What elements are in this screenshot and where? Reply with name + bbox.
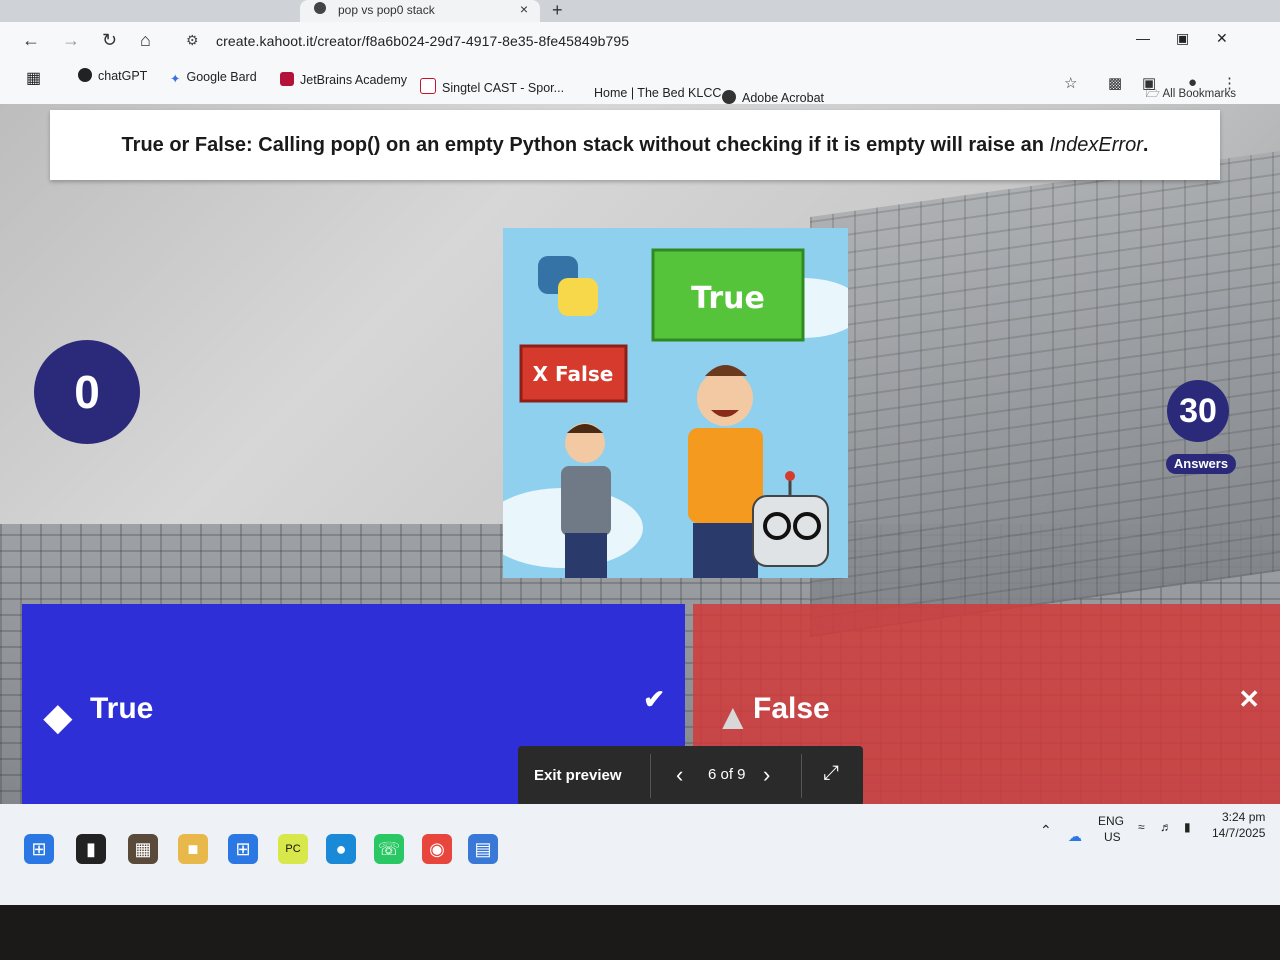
tab-close-button[interactable]: × <box>520 1 528 17</box>
tab-strip: pop vs pop0 stack × + <box>0 0 1280 22</box>
url-text[interactable]: create.kahoot.it/creator/f8a6b024-29d7-4… <box>216 33 629 49</box>
site-settings-icon[interactable]: ⚙ <box>186 32 199 49</box>
chevron-left-icon[interactable]: ‹ <box>676 762 683 788</box>
bard-icon: ✦ <box>170 72 181 86</box>
triangle-icon: ▲ <box>715 696 751 737</box>
all-bookmarks-label: All Bookmarks <box>1162 88 1237 100</box>
windows-start-icon[interactable]: ⊞ <box>24 834 54 864</box>
happy-face <box>697 370 753 426</box>
chatgpt-icon <box>78 68 92 82</box>
close-window-icon[interactable]: ✕ <box>1216 30 1228 47</box>
star-icon[interactable]: ☆ <box>1064 74 1077 92</box>
answer-true-label: True <box>90 692 154 725</box>
reload-icon[interactable]: ↻ <box>102 30 117 51</box>
orange-shirt <box>688 428 763 523</box>
bookmark-label: Home | The Bed KLCC <box>594 86 722 100</box>
edge-icon[interactable]: ● <box>326 834 356 864</box>
apps-grid-icon[interactable]: ▦ <box>26 68 41 88</box>
screen: pop vs pop0 stack × + ← → ↻ ⌂ ⚙ create.k… <box>0 0 1280 905</box>
bookmark-chatgpt[interactable]: chatGPT <box>78 68 147 83</box>
true-sign-text: True <box>691 281 765 316</box>
question-body: Calling pop() on an empty Python stack w… <box>252 134 1050 156</box>
jetbrains-icon <box>280 72 294 86</box>
checkmark-icon: ✔ <box>643 684 665 714</box>
cartoon-illustration: True X False <box>503 228 848 578</box>
question-text: True or False: Calling pop() on an empty… <box>50 110 1220 180</box>
minimize-icon[interactable]: — <box>1136 30 1150 46</box>
region-code: US <box>1104 830 1121 844</box>
store-icon[interactable]: ▦ <box>128 834 158 864</box>
question-end: . <box>1142 134 1149 156</box>
clock-date[interactable]: 14/7/2025 <box>1212 826 1265 840</box>
bookmark-singtel[interactable]: Singtel CAST - Spor... <box>420 78 564 95</box>
chrome-icon[interactable]: ◉ <box>422 834 452 864</box>
onedrive-icon[interactable]: ☁ <box>1068 828 1082 845</box>
tab-favicon-icon <box>314 2 326 14</box>
tab-title: pop vs pop0 stack <box>338 3 435 17</box>
question-lead: True or False: <box>121 134 253 156</box>
extension-icon[interactable]: ▩ <box>1108 74 1122 92</box>
browser-tab[interactable]: pop vs pop0 stack × <box>300 0 540 22</box>
new-tab-button[interactable]: + <box>552 0 563 21</box>
answers-count: 30 <box>1167 380 1229 442</box>
question-error-name: IndexError <box>1049 134 1143 156</box>
remote-desktop-icon[interactable]: ▤ <box>468 834 498 864</box>
bookmarks-bar: ▦ chatGPT ✦ Google Bard JetBrains Academy… <box>0 60 1280 105</box>
bookmark-label: Singtel CAST - Spor... <box>442 81 565 95</box>
kahoot-stage: True or False: Calling pop() on an empty… <box>0 104 1280 804</box>
bookmark-the-bed[interactable]: Home | The Bed KLCC <box>594 86 721 100</box>
forward-arrow-icon[interactable]: → <box>62 30 80 51</box>
timer: 0 <box>34 340 140 444</box>
bookmark-google-bard[interactable]: ✦ Google Bard <box>170 70 257 86</box>
question-image: True X False <box>503 228 848 578</box>
exit-preview-button[interactable]: Exit preview <box>534 767 622 784</box>
bookmark-label: chatGPT <box>98 69 148 83</box>
whatsapp-icon[interactable]: ☏ <box>374 834 404 864</box>
clock-time[interactable]: 3:24 pm <box>1222 810 1265 824</box>
answer-false-label: False <box>753 692 830 725</box>
answers-label: Answers <box>1166 454 1236 474</box>
microsoft-store-icon[interactable]: ⊞ <box>228 834 258 864</box>
language-indicator[interactable]: ENG <box>1098 814 1124 828</box>
cross-icon: ✕ <box>1238 684 1260 714</box>
restore-icon[interactable]: ▣ <box>1176 30 1189 47</box>
singtel-icon <box>420 78 436 94</box>
folder-icon[interactable]: ■ <box>178 834 208 864</box>
diamond-icon: ◆ <box>44 696 72 737</box>
chevron-up-icon[interactable]: ⌃ <box>1040 822 1052 839</box>
minimize-preview-icon[interactable]: ⤢ <box>823 762 839 785</box>
volume-icon[interactable]: ♬ <box>1160 820 1172 834</box>
bookmark-label: JetBrains Academy <box>300 73 407 87</box>
back-arrow-icon[interactable]: ← <box>22 30 40 51</box>
home-icon[interactable]: ⌂ <box>140 30 151 51</box>
pycharm-icon[interactable]: PC <box>278 834 308 864</box>
acrobat-icon <box>722 90 736 104</box>
wifi-icon[interactable]: ≈ <box>1138 820 1145 834</box>
page-indicator: 6 of 9 <box>708 766 746 783</box>
browser-toolbar: ← → ↻ ⌂ ⚙ create.kahoot.it/creator/f8a6b… <box>0 22 1280 60</box>
folder-icon: 🗁 <box>1145 88 1163 100</box>
taskbar: ⊞ ▮ ▦ ■ ⊞ PC ● ☏ ◉ ▤ ⌃ ☁ ENG US ≈ ♬ ▮ 3:… <box>0 804 1280 905</box>
bookmark-label: Google Bard <box>186 70 257 84</box>
false-sign-text: X False <box>533 362 614 386</box>
region-indicator: US <box>1104 830 1121 844</box>
task-view-icon[interactable]: ▮ <box>76 834 106 864</box>
bookmark-label: Adobe Acrobat <box>742 91 825 105</box>
chevron-right-icon[interactable]: › <box>763 762 770 788</box>
battery-icon[interactable]: ▮ <box>1184 820 1191 834</box>
bookmark-jetbrains[interactable]: JetBrains Academy <box>280 72 407 87</box>
bookmark-adobe-acrobat[interactable]: Adobe Acrobat <box>722 90 824 105</box>
language-code: ENG <box>1098 814 1125 828</box>
all-bookmarks[interactable]: 🗁 All Bookmarks <box>1146 86 1236 105</box>
divider <box>801 754 802 798</box>
address-bar[interactable]: ⚙ create.kahoot.it/creator/f8a6b024-29d7… <box>178 26 1098 56</box>
preview-bar: Exit preview ‹ 6 of 9 › ⤢ <box>518 746 863 806</box>
divider <box>650 754 651 798</box>
